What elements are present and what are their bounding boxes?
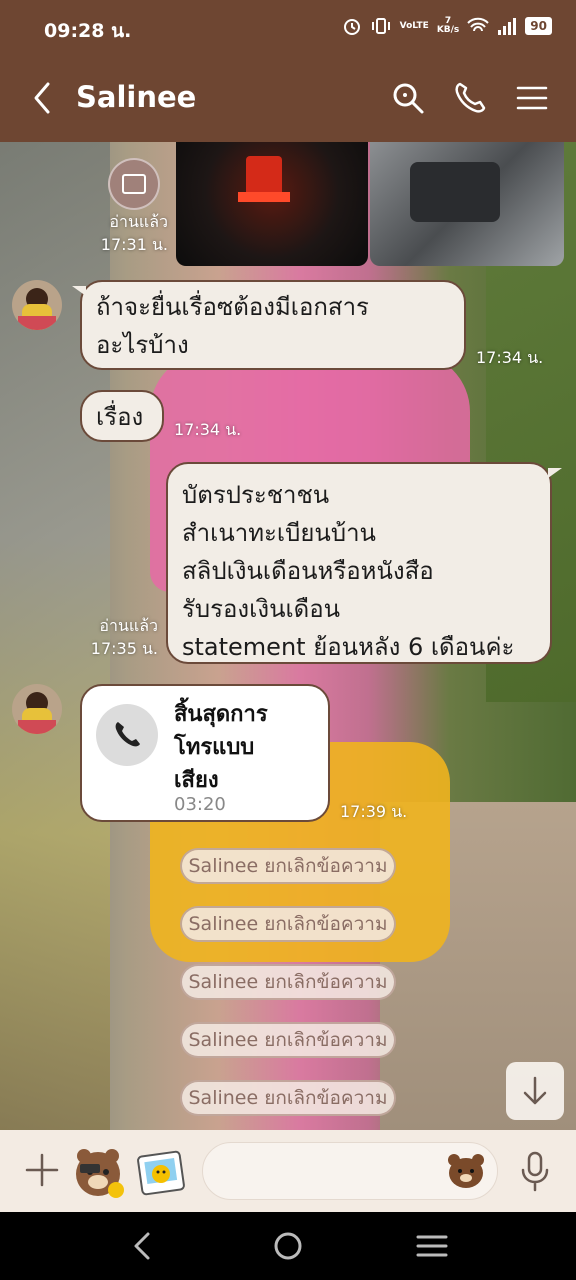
album-icon-frame	[122, 174, 146, 194]
avatar[interactable]	[12, 684, 62, 734]
phone-icon[interactable]	[452, 80, 488, 116]
avatar[interactable]	[12, 280, 62, 330]
chat-area[interactable]: อ่านแล้ว 17:31 น. ถ้าจะยื่นเรื่อซต้องมีเ…	[0, 142, 576, 1130]
photo-sticker-icon[interactable]	[136, 1148, 186, 1198]
incoming-message-2[interactable]: เรื่อง	[80, 390, 164, 442]
battery-indicator: 90	[525, 17, 552, 35]
network-speed: 7 KB/s	[436, 16, 460, 35]
scroll-down-button[interactable]	[506, 1062, 564, 1120]
call-title: สิ้นสุดการ โทรแบบ เสียง	[174, 702, 268, 793]
nav-back-icon[interactable]	[126, 1230, 162, 1262]
back-icon[interactable]	[28, 80, 56, 116]
unsent-notice: Salinee ยกเลิกข้อความ	[180, 848, 396, 884]
system-nav-bar	[0, 1212, 576, 1280]
signal-icon	[498, 18, 517, 35]
sticker-icon[interactable]	[70, 1144, 126, 1200]
input-bar	[0, 1130, 576, 1212]
plus-icon[interactable]	[22, 1150, 62, 1190]
unsent-notice: Salinee ยกเลิกข้อความ	[180, 906, 396, 942]
phone-call-icon	[115, 722, 140, 747]
call-duration: 03:20	[174, 794, 226, 815]
bubble-tail	[72, 286, 86, 296]
emoji-icon[interactable]	[446, 1152, 486, 1190]
wifi-icon	[467, 17, 490, 32]
dashboard-light	[238, 192, 290, 202]
unsent-notice: Salinee ยกเลิกข้อความ	[180, 1080, 396, 1116]
menu-icon[interactable]	[514, 80, 550, 116]
message-time: 17:34 น.	[174, 420, 242, 439]
read-status-1: อ่านแล้ว 17:31 น.	[100, 212, 168, 254]
photo-engine[interactable]	[370, 142, 564, 266]
chat-header: Salinee	[0, 56, 576, 142]
message-time: 17:34 น.	[476, 348, 544, 367]
nav-home-icon[interactable]	[270, 1230, 306, 1262]
alarm-icon	[343, 19, 360, 35]
unsent-notice: Salinee ยกเลิกข้อความ	[180, 1022, 396, 1058]
vibrate-icon	[371, 18, 390, 34]
incoming-message-1[interactable]: ถ้าจะยื่นเรื่อซต้องมีเอกสาร อะไรบ้าง	[72, 280, 466, 370]
status-time: 09:28 น.	[44, 20, 132, 42]
nav-recents-icon[interactable]	[414, 1230, 450, 1262]
unsent-notice: Salinee ยกเลิกข้อความ	[180, 964, 396, 1000]
album-icon[interactable]	[108, 158, 160, 210]
photo-dashboard[interactable]	[176, 142, 368, 266]
call-icon-circle	[96, 704, 158, 766]
read-status-2: อ่านแล้ว 17:35 น.	[90, 616, 158, 658]
outgoing-message-1[interactable]: บัตรประชาชน สำเนาทะเบียนบ้าน สลิปเงินเดื…	[166, 462, 562, 664]
bubble-tail	[548, 468, 562, 478]
mic-icon[interactable]	[518, 1150, 552, 1192]
contact-name: Salinee	[76, 80, 197, 114]
status-icons: VoLTE 7 KB/s 90	[342, 16, 552, 36]
engine-block	[410, 162, 500, 222]
status-bar: 09:28 น. VoLTE 7 KB/s 90	[0, 0, 576, 56]
message-time: 17:39 น.	[340, 802, 408, 821]
search-icon[interactable]	[390, 80, 426, 116]
call-message[interactable]: สิ้นสุดการ โทรแบบ เสียง 03:20	[80, 684, 330, 822]
dashboard-display	[246, 156, 282, 196]
scroll-down-icon	[523, 1076, 547, 1105]
volte-label: VoLTE	[399, 20, 429, 31]
